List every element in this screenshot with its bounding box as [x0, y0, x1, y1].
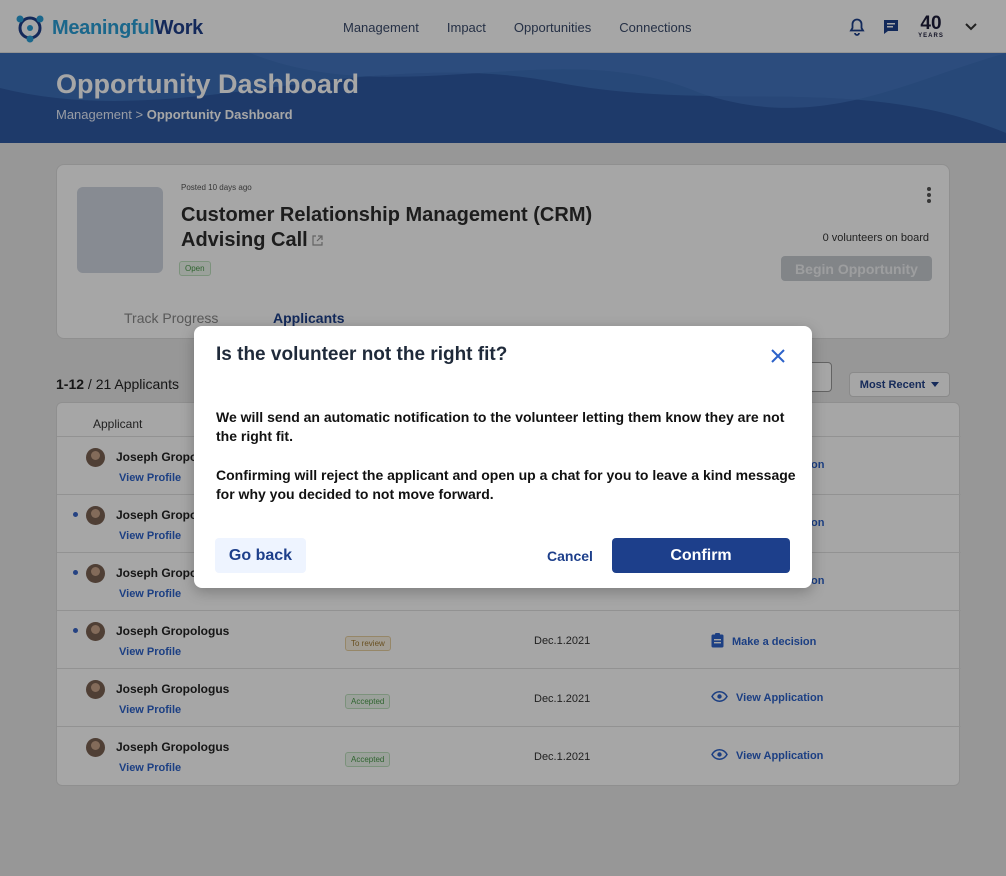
modal-paragraph-notification: We will send an automatic notification t…: [216, 409, 785, 444]
close-icon[interactable]: [768, 346, 788, 366]
cancel-button[interactable]: Cancel: [538, 538, 602, 573]
go-back-button[interactable]: Go back: [215, 538, 306, 573]
modal-title: Is the volunteer not the right fit?: [216, 344, 508, 365]
modal-paragraph-consequence: Confirming will reject the applicant and…: [216, 467, 796, 502]
confirm-button[interactable]: Confirm: [612, 538, 790, 573]
reject-confirmation-modal: Is the volunteer not the right fit? We w…: [194, 326, 812, 588]
